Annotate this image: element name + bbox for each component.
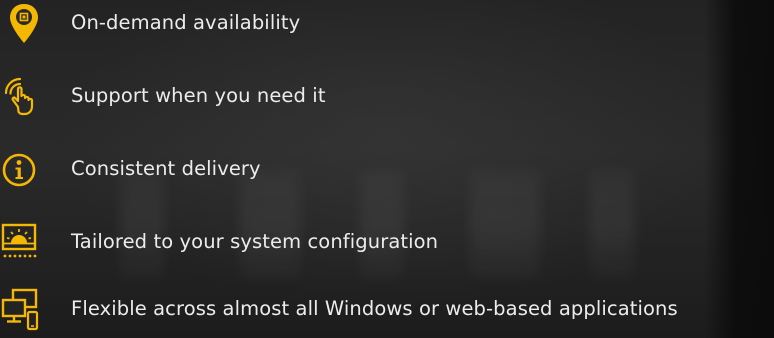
feature-item-flexible: Flexible across almost all Windows or we…: [0, 286, 774, 334]
feature-label: Support when you need it: [71, 84, 326, 107]
feature-item-support: Support when you need it: [0, 73, 774, 121]
feature-item-on-demand: On-demand availability: [0, 0, 774, 48]
feature-item-tailored: Tailored to your system configuration: [0, 219, 774, 267]
feature-label: On-demand availability: [71, 11, 301, 34]
touch-hand-icon: [4, 77, 34, 116]
feature-label: Tailored to your system configuration: [71, 230, 439, 253]
map-pin-icon: [10, 4, 38, 43]
feature-item-consistent: Consistent delivery: [0, 146, 774, 194]
feature-label: Flexible across almost all Windows or we…: [71, 297, 678, 320]
feature-label: Consistent delivery: [71, 157, 261, 180]
multi-device-icon: [1, 288, 39, 331]
info-icon: [2, 153, 36, 187]
presentation-screen-icon: [1, 223, 37, 258]
